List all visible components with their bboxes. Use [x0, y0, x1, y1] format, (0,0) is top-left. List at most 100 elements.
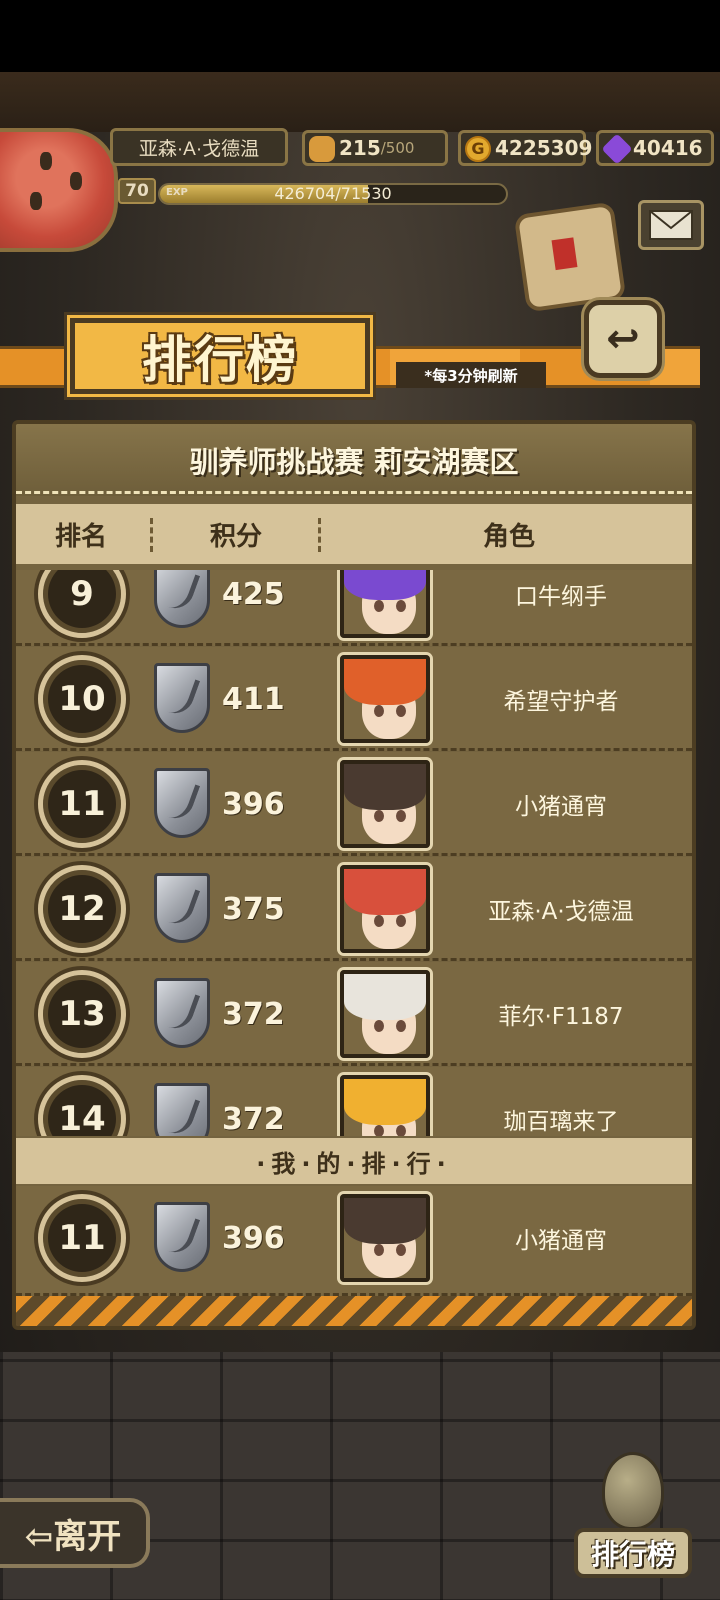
egg-icon — [602, 1452, 664, 1530]
ranking-button-label: 排行榜 — [574, 1528, 692, 1578]
rank-medal: 9 — [38, 570, 126, 638]
portrait-eye — [396, 1244, 406, 1256]
rank-medal: 13 — [38, 970, 126, 1058]
shield-icon — [154, 873, 210, 943]
player-name: 亚森·A·戈德温 — [110, 128, 288, 166]
score-value: 372 — [222, 1101, 285, 1137]
leaderboard-panel: 驯养师挑战赛 莉安湖赛区 排名 积分 角色 9 425 口牛纲手 10 411 希望守护者… — [12, 420, 696, 1330]
rank-medal: 14 — [38, 1075, 126, 1136]
player-name-cell: 珈百璃来了 — [503, 1109, 619, 1135]
shield-icon — [154, 663, 210, 733]
column-header: 排名 积分 角色 — [16, 504, 692, 564]
player-name-cell: 菲尔·F1187 — [498, 1004, 624, 1030]
player-name-cell: 希望守护者 — [503, 689, 619, 715]
portrait-hair — [344, 1198, 426, 1244]
portrait-hair — [344, 570, 426, 600]
rank-medal: 10 — [38, 655, 126, 743]
avatar-pattern — [70, 172, 82, 190]
gold-counter[interactable]: G 4225309 — [458, 130, 592, 166]
shield-icon — [154, 1202, 210, 1272]
character-portrait[interactable] — [340, 655, 430, 743]
portrait-eye — [374, 810, 384, 822]
gold-coin-icon: G — [465, 136, 491, 162]
portrait-eye — [396, 810, 406, 822]
portrait-eye — [396, 915, 406, 927]
status-bar — [0, 0, 720, 72]
character-portrait[interactable] — [340, 970, 430, 1058]
bread-max: /500 — [380, 139, 415, 157]
ranking-row[interactable]: 11 396 小猪通宵 — [16, 1186, 692, 1296]
ranking-row[interactable]: 11 396 小猪通宵 — [16, 752, 692, 856]
portrait-hair — [344, 869, 426, 915]
player-name-cell: 小猪通宵 — [515, 1228, 607, 1254]
ranking-row[interactable]: 10 411 希望守护者 — [16, 647, 692, 751]
gold-value: 4225309 — [495, 136, 593, 160]
portrait-hair — [344, 974, 426, 1020]
shield-icon — [154, 1083, 210, 1136]
score-value: 396 — [222, 1220, 285, 1256]
portrait-hair — [344, 659, 426, 705]
ranking-row[interactable]: 12 375 亚森·A·戈德温 — [16, 857, 692, 961]
character-portrait[interactable] — [340, 865, 430, 953]
portrait-eye — [396, 600, 406, 612]
column-divider — [318, 518, 321, 552]
shield-icon — [154, 768, 210, 838]
avatar-pattern — [40, 152, 52, 170]
portrait-eye — [374, 705, 384, 717]
portrait-eye — [374, 1125, 384, 1136]
player-name-cell: 小猪通宵 — [515, 794, 607, 820]
portrait-eye — [396, 1125, 406, 1136]
score-value: 372 — [222, 996, 285, 1032]
mail-button[interactable] — [638, 200, 704, 250]
character-portrait[interactable] — [340, 1194, 430, 1282]
portrait-eye — [374, 1020, 384, 1032]
exp-bar: EXP 426704/71530 — [158, 183, 508, 205]
ceiling-beam — [0, 72, 720, 132]
panel-border-pattern — [16, 1296, 692, 1326]
score-value: 375 — [222, 891, 285, 927]
shield-icon — [154, 570, 210, 628]
rank-medal: 12 — [38, 865, 126, 953]
bread-value: 215 — [339, 136, 381, 160]
column-rank: 排名 — [54, 521, 107, 552]
my-rank-section: 11 396 小猪通宵 — [16, 1186, 692, 1296]
portrait-eye — [374, 1244, 384, 1256]
envelope-icon — [649, 210, 693, 240]
gem-value: 40416 — [633, 136, 703, 160]
avatar-pattern — [30, 192, 42, 210]
score-value: 396 — [222, 786, 285, 822]
ranking-row[interactable]: 9 425 口牛纲手 — [16, 570, 692, 646]
refresh-note: *每3分钟刷新 — [396, 362, 546, 388]
portrait-eye — [374, 600, 384, 612]
bread-icon — [309, 136, 335, 162]
player-name-cell: 亚森·A·戈德温 — [488, 899, 634, 925]
column-score: 积分 — [209, 521, 262, 552]
back-button[interactable]: ↩ — [584, 300, 662, 378]
portrait-eye — [396, 1020, 406, 1032]
quest-scroll-icon[interactable] — [513, 201, 627, 313]
character-portrait[interactable] — [340, 570, 430, 638]
rank-medal: 11 — [38, 760, 126, 848]
character-portrait[interactable] — [340, 1075, 430, 1136]
bread-counter[interactable]: 215/500 — [302, 130, 448, 166]
player-level: 70 — [118, 178, 156, 204]
portrait-hair — [344, 764, 426, 810]
leave-button[interactable]: ⇦离开 — [0, 1498, 150, 1568]
ranking-row[interactable]: 13 372 菲尔·F1187 — [16, 962, 692, 1066]
gem-counter[interactable]: 40416 — [596, 130, 714, 166]
exp-text: 426704/71530 — [274, 184, 392, 203]
ranking-list[interactable]: 9 425 口牛纲手 10 411 希望守护者 11 396 小猪通宵 12 375 亚森·A·戈德温… — [16, 570, 692, 1136]
ranking-button[interactable]: 排行榜 — [574, 1452, 692, 1588]
character-portrait[interactable] — [340, 760, 430, 848]
portrait-eye — [396, 705, 406, 717]
shield-icon — [154, 978, 210, 1048]
page-title: 排行榜 — [70, 318, 370, 394]
my-rank-header: ·我·的·排·行· — [16, 1138, 692, 1184]
column-character: 角色 — [482, 521, 535, 552]
score-value: 425 — [222, 576, 285, 612]
ranking-row[interactable]: 14 372 珈百璃来了 — [16, 1067, 692, 1136]
player-name-cell: 口牛纲手 — [515, 584, 607, 610]
portrait-hair — [344, 1079, 426, 1125]
player-avatar[interactable] — [0, 128, 118, 252]
score-value: 411 — [222, 681, 285, 717]
